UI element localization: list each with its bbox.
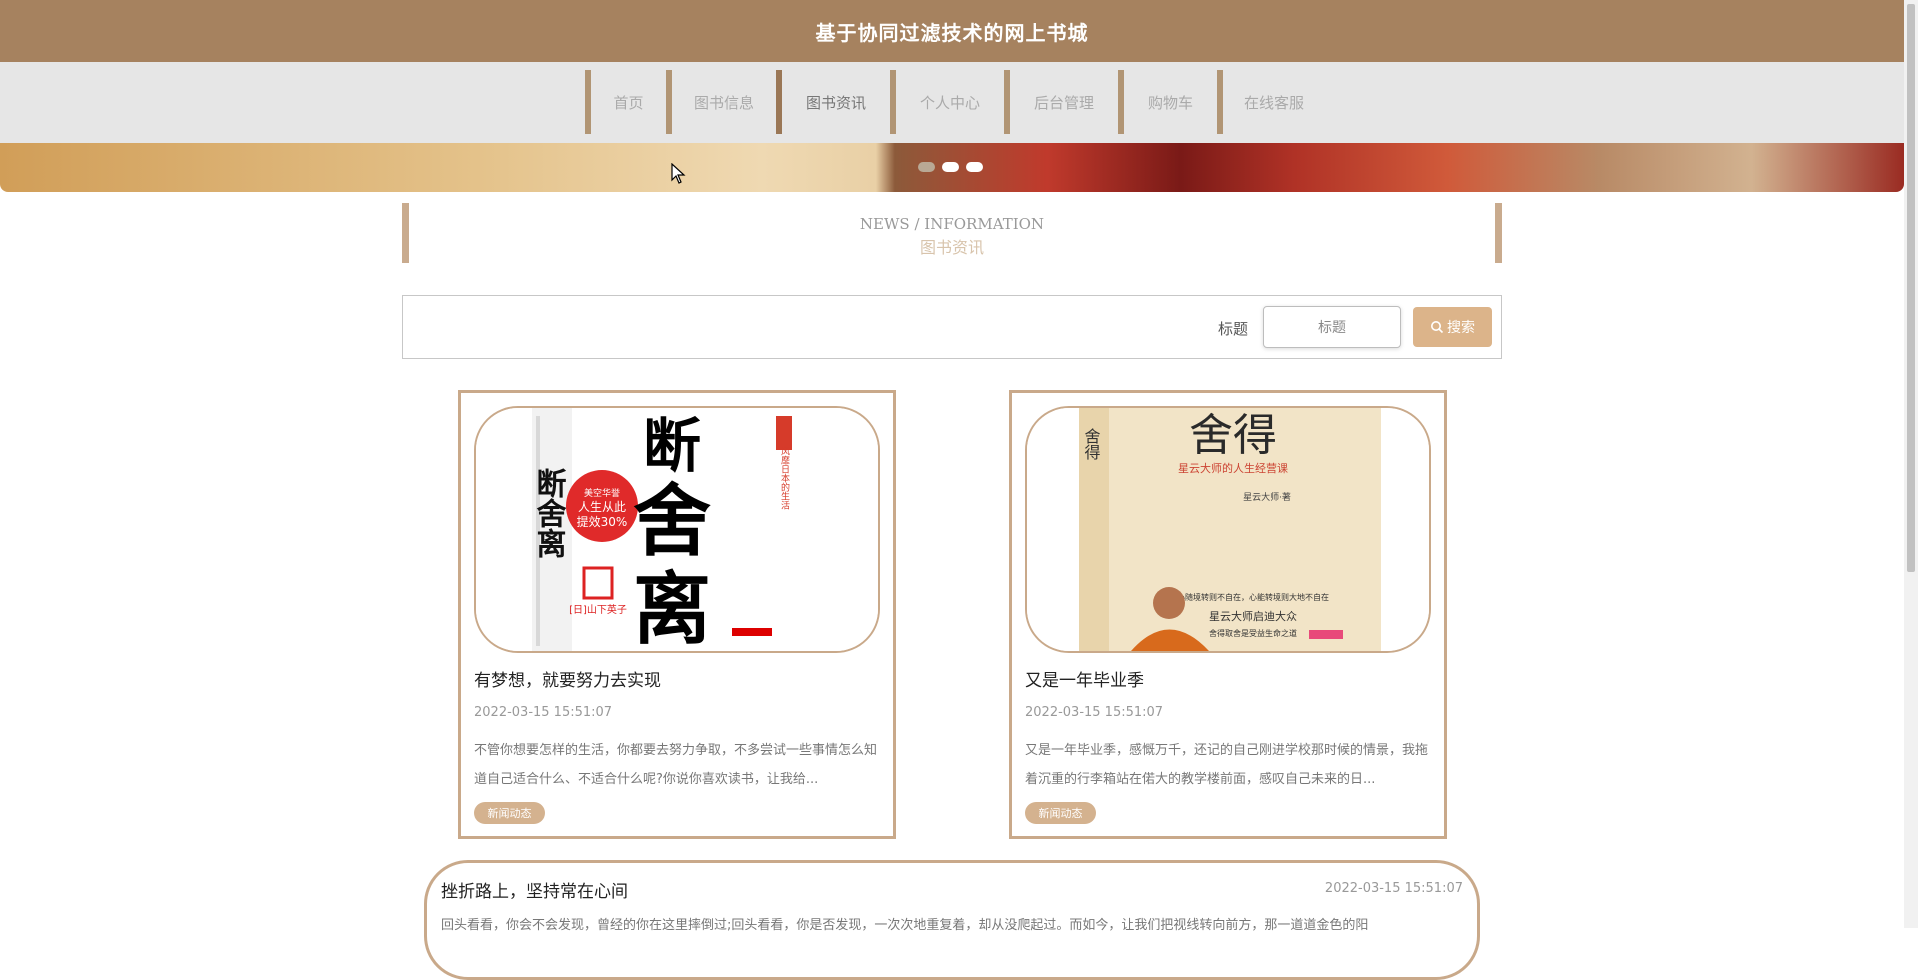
site-title: 基于协同过滤技术的网上书城	[815, 20, 1089, 45]
nav-item-service[interactable]: 在线客服	[1217, 70, 1325, 134]
search-bar: 标题 标题 搜索	[402, 295, 1502, 359]
news-card[interactable]: 断舍离 美空华誉 人生从此 提效30% [日]山下英子 断 舍 离 风靡日本的生…	[458, 390, 896, 839]
search-label: 标题	[1218, 320, 1249, 338]
search-button-label: 搜索	[1447, 320, 1475, 336]
section-heading: NEWS / INFORMATION 图书资讯	[402, 203, 1502, 263]
svg-text:风靡日本的生活: 风靡日本的生活	[779, 446, 790, 510]
carousel-dot[interactable]	[942, 162, 959, 172]
scrollbar-thumb[interactable]	[1907, 4, 1915, 572]
nav-item-label: 后台管理	[1033, 93, 1094, 112]
svg-text:离: 离	[633, 565, 711, 651]
nav-item-label: 购物车	[1147, 93, 1193, 112]
svg-text:星云大师·著: 星云大师·著	[1243, 491, 1291, 503]
svg-text:[日]山下英子: [日]山下英子	[569, 603, 627, 616]
news-summary: 回头看看，你会不会发现，曾经的你在这里摔倒过;回头看看，你是否发现，一次次地重复…	[441, 918, 1369, 933]
news-time: 2022-03-15 15:51:07	[474, 705, 613, 720]
svg-text:人生从此: 人生从此	[578, 500, 626, 514]
svg-text:舍得取舍是受益生命之道: 舍得取舍是受益生命之道	[1209, 628, 1297, 638]
nav-item-label: 个人中心	[919, 93, 980, 112]
svg-text:星云大师的人生经营课: 星云大师的人生经营课	[1178, 461, 1288, 475]
svg-text:断舍离: 断舍离	[531, 468, 567, 558]
news-tag[interactable]: 新闻动态	[1025, 802, 1096, 824]
news-title[interactable]: 有梦想，就要努力去实现	[474, 666, 661, 691]
search-icon	[1431, 321, 1444, 334]
news-cover-image[interactable]: 舍得 舍得 星云大师的人生经营课 星云大师·著 心随境转则不自在，心能转境则大地…	[1025, 406, 1431, 653]
nav-item-home[interactable]: 首页	[585, 70, 666, 134]
search-input[interactable]: 标题	[1263, 306, 1401, 348]
nav-item-label: 首页	[613, 93, 644, 112]
news-card[interactable]: 舍得 舍得 星云大师的人生经营课 星云大师·著 心随境转则不自在，心能转境则大地…	[1009, 390, 1447, 839]
nav-item-label: 图书资讯	[805, 93, 866, 112]
nav-item-label: 图书信息	[693, 93, 754, 112]
nav-item-admin[interactable]: 后台管理	[1004, 70, 1118, 134]
nav-item-cart[interactable]: 购物车	[1118, 70, 1217, 134]
main-nav: 首页 图书信息 图书资讯 个人中心 后台管理 购物车 在线客服	[0, 62, 1904, 143]
carousel-indicators	[918, 162, 983, 172]
news-list-item[interactable]: 挫折路上，坚持常在心间 2022-03-15 15:51:07 回头看看，你会不…	[424, 860, 1480, 980]
search-button[interactable]: 搜索	[1413, 307, 1492, 347]
carousel-dot[interactable]	[966, 162, 983, 172]
section-title-cn: 图书资讯	[919, 238, 984, 257]
svg-text:提效30%: 提效30%	[577, 514, 628, 529]
svg-text:心随境转则不自在，心能转境则大地不自在: 心随境转则不自在，心能转境则大地不自在	[1177, 592, 1329, 602]
svg-text:美空华誉: 美空华誉	[584, 487, 620, 499]
mouse-cursor-icon	[671, 163, 686, 184]
news-time: 2022-03-15 15:51:07	[1324, 881, 1463, 896]
banner-carousel[interactable]	[0, 143, 1904, 192]
nav-item-label: 在线客服	[1243, 93, 1304, 112]
svg-text:星云大师启迪大众: 星云大师启迪大众	[1209, 609, 1297, 623]
carousel-dot[interactable]	[918, 162, 935, 172]
news-title[interactable]: 挫折路上，坚持常在心间	[441, 877, 628, 902]
nav-item-news[interactable]: 图书资讯	[776, 70, 890, 134]
page-scrollbar[interactable]	[1904, 0, 1918, 928]
news-summary: 不管你想要怎样的生活，你都要去努力争取，不多尝试一些事情怎么知道自己适合什么、不…	[474, 743, 878, 787]
nav-item-books[interactable]: 图书信息	[666, 70, 776, 134]
svg-text:断: 断	[643, 412, 701, 480]
news-tag[interactable]: 新闻动态	[474, 802, 545, 824]
news-time: 2022-03-15 15:51:07	[1025, 705, 1164, 720]
news-title[interactable]: 又是一年毕业季	[1025, 666, 1144, 691]
section-title-en: NEWS / INFORMATION	[859, 215, 1045, 233]
svg-text:舍得: 舍得	[1189, 410, 1277, 461]
news-cover-image[interactable]: 断舍离 美空华誉 人生从此 提效30% [日]山下英子 断 舍 离 风靡日本的生…	[474, 406, 880, 653]
news-summary: 又是一年毕业季，感慨万千，还记的自己刚进学校那时候的情景，我拖着沉重的行李箱站在…	[1025, 743, 1429, 787]
nav-item-profile[interactable]: 个人中心	[890, 70, 1004, 134]
top-header: 基于协同过滤技术的网上书城	[0, 0, 1904, 62]
svg-text:舍得: 舍得	[1082, 428, 1101, 460]
svg-text:舍: 舍	[633, 477, 711, 567]
